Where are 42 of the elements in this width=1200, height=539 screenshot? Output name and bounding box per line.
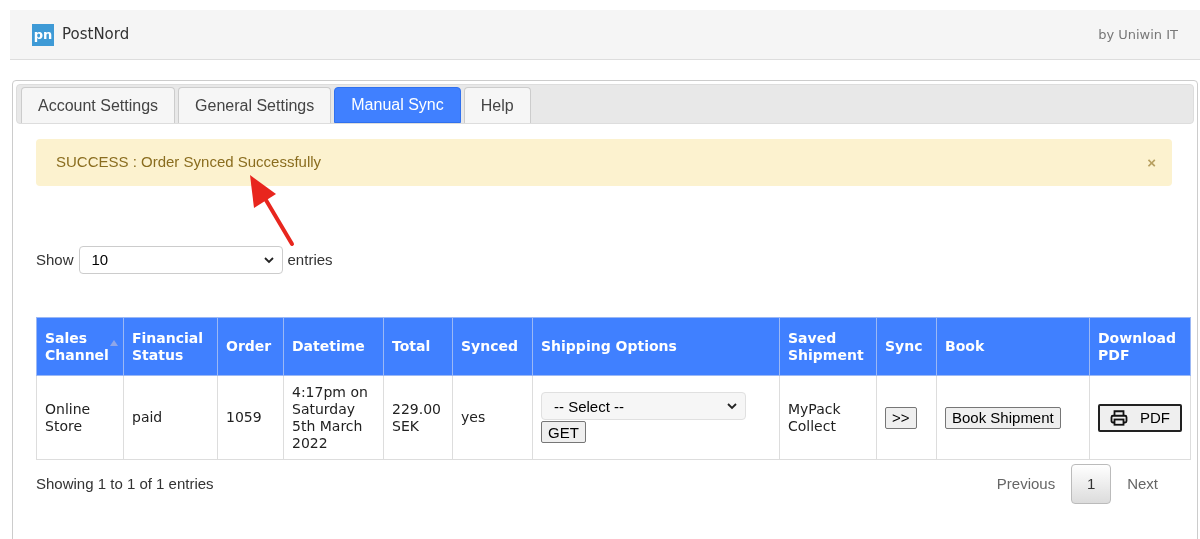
column-header[interactable]: Book bbox=[936, 317, 1090, 376]
logo: pn bbox=[32, 23, 54, 46]
column-header[interactable]: Total bbox=[383, 317, 453, 376]
alert-message: SUCCESS : Order Synced Successfully bbox=[56, 152, 322, 173]
table-cell: MyPack Collect bbox=[779, 375, 877, 460]
tab[interactable]: Help bbox=[463, 87, 531, 123]
chevron-down-icon bbox=[727, 402, 737, 410]
tab[interactable]: Manual Sync bbox=[334, 87, 461, 123]
tab[interactable]: Account Settings bbox=[21, 87, 176, 123]
close-button[interactable]: × bbox=[1147, 155, 1156, 170]
table-cell: paid bbox=[123, 375, 218, 460]
table-cell: yes bbox=[452, 375, 533, 460]
byline: by Uniwin IT bbox=[1098, 25, 1178, 44]
column-header[interactable]: Financial Status bbox=[123, 317, 218, 376]
pdf-button[interactable]: PDF bbox=[1098, 403, 1182, 432]
show-label: Show bbox=[36, 249, 74, 270]
table-cell: Online Store bbox=[36, 375, 124, 460]
page-button[interactable]: 1 bbox=[1071, 464, 1112, 504]
column-header[interactable]: Order bbox=[217, 317, 284, 376]
entries-label: entries bbox=[287, 249, 333, 270]
get-button[interactable]: GET bbox=[541, 421, 586, 443]
column-header[interactable]: Download PDF bbox=[1089, 317, 1191, 376]
next-link[interactable]: Next bbox=[1115, 472, 1170, 496]
previous-link[interactable]: Previous bbox=[984, 472, 1068, 496]
column-header[interactable]: Saved Shipment bbox=[779, 317, 877, 376]
book-shipment-button[interactable]: Book Shipment bbox=[945, 406, 1061, 429]
column-header[interactable]: Synced bbox=[452, 317, 533, 376]
column-header[interactable]: Sales Channel bbox=[36, 317, 124, 376]
brand-name: PostNord bbox=[62, 24, 130, 46]
chevron-down-icon bbox=[263, 256, 274, 264]
printer-icon bbox=[1110, 408, 1128, 427]
entries-select[interactable]: 10 bbox=[78, 246, 283, 274]
table-cell: 229.00 SEK bbox=[383, 375, 453, 460]
shipping-select[interactable]: -- Select -- bbox=[541, 392, 746, 420]
table-cell: 4:17pm on Saturday 5th March 2022 bbox=[283, 375, 384, 460]
sync-button[interactable]: >> bbox=[885, 406, 917, 429]
column-header[interactable]: Sync bbox=[876, 317, 937, 376]
tab[interactable]: General Settings bbox=[178, 87, 332, 123]
column-header[interactable]: Datetime bbox=[283, 317, 384, 376]
table-cell: 1059 bbox=[217, 375, 284, 460]
table-info: Showing 1 to 1 of 1 entries bbox=[36, 473, 214, 494]
column-header[interactable]: Shipping Options bbox=[532, 317, 780, 376]
